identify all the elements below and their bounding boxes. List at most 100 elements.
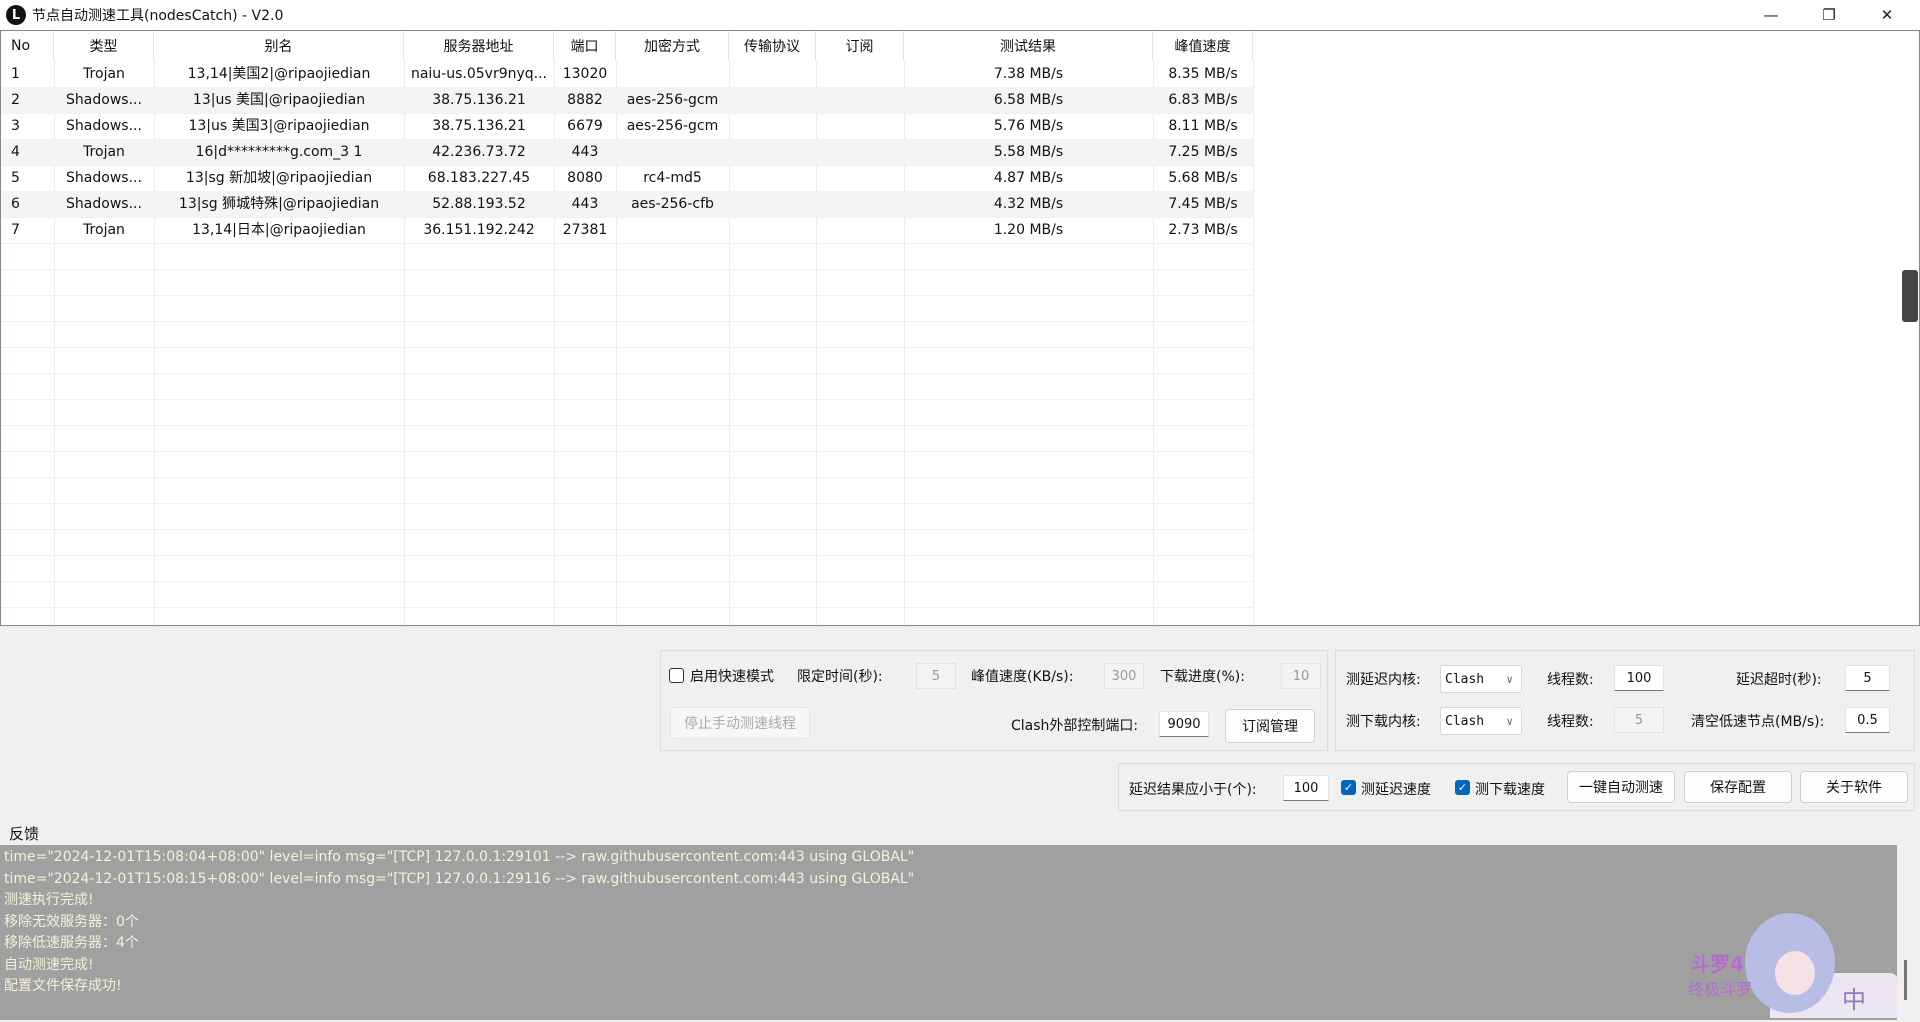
auto-test-button[interactable]: 一键自动测速	[1567, 771, 1675, 803]
row-divider	[1, 529, 1253, 530]
latency-threads-input[interactable]: 100	[1614, 665, 1664, 691]
cell-port: 8080	[567, 170, 603, 186]
column-header-cipher[interactable]: 加密方式	[616, 31, 729, 61]
feedback-log[interactable]: time="2024-12-01T15:08:04+08:00" level=i…	[0, 845, 1897, 1020]
cell-peak-speed: 8.11 MB/s	[1168, 118, 1238, 134]
ime-mode-indicator: 中	[1842, 986, 1866, 1014]
cell-cipher	[616, 61, 729, 87]
latency-timeout-input[interactable]: 5	[1845, 665, 1890, 691]
cell-no: 6	[11, 196, 20, 212]
table-row[interactable]: 7 Trojan 13,14|日本|@ripaojiedian 36.151.192.…	[1, 217, 1253, 243]
table-scrollbar[interactable]	[1902, 270, 1918, 322]
fast-mode-label: 启用快速模式	[690, 669, 774, 685]
table-row[interactable]: 3 Shadows... 13|us 美国3|@ripaojiedian 38.75.…	[1, 113, 1253, 139]
cell-peak-speed: 2.73 MB/s	[1168, 222, 1238, 238]
ime-mascot-widget[interactable]: 斗罗4 终极斗罗 中	[1680, 893, 1900, 1022]
download-core-select[interactable]: Clash ∨	[1440, 707, 1522, 735]
cell-server: 68.183.227.45	[427, 170, 531, 186]
latency-core-select[interactable]: Clash ∨	[1440, 665, 1522, 693]
cell-type: Shadows...	[66, 196, 142, 212]
cell-port: 8882	[567, 92, 603, 108]
table-row[interactable]: 1 Trojan 13,14|美国2|@ripaojiedian naiu-us.05…	[1, 61, 1253, 87]
close-button[interactable]: ✕	[1858, 0, 1916, 30]
column-header-transport[interactable]: 传输协议	[729, 31, 816, 61]
cell-port: 13020	[562, 66, 608, 82]
log-line: 自动测速完成!	[4, 956, 94, 973]
latency-limit-label: 延迟结果应小于(个):	[1129, 782, 1257, 798]
cell-alias: 16|d*********g.com_3 1	[195, 144, 363, 160]
fast-mode-group: 启用快速模式 限定时间(秒): 5 峰值速度(KB/s): 300 下载进度(%…	[660, 650, 1328, 751]
save-config-button[interactable]: 保存配置	[1684, 771, 1792, 803]
cell-cipher: aes-256-cfb	[631, 196, 714, 212]
stop-thread-button[interactable]: 停止手动测速线程	[670, 707, 810, 739]
row-divider	[1, 347, 1253, 348]
cell-test-result: 6.58 MB/s	[993, 92, 1064, 108]
cell-transport	[729, 139, 816, 165]
cell-subscription	[816, 87, 904, 113]
cell-port: 27381	[562, 222, 608, 238]
clash-port-label: Clash外部控制端口:	[1011, 718, 1139, 734]
about-button[interactable]: 关于软件	[1800, 771, 1908, 803]
latency-limit-input[interactable]: 100	[1283, 775, 1329, 801]
cell-transport	[729, 87, 816, 113]
cell-peak-speed: 7.25 MB/s	[1168, 144, 1238, 160]
minimize-button[interactable]: —	[1742, 0, 1800, 30]
cell-alias: 13|sg 新加坡|@ripaojiedian	[185, 170, 373, 186]
cell-subscription	[816, 61, 904, 87]
actions-group: 延迟结果应小于(个): 100 ✓ 测延迟速度 ✓ 测下载速度 一键自动测速 保…	[1118, 763, 1915, 811]
clear-slow-input[interactable]: 0.5	[1845, 707, 1890, 733]
download-progress-label: 下载进度(%):	[1160, 669, 1245, 685]
feedback-label: 反馈	[9, 825, 40, 843]
svg-text:斗罗4: 斗罗4	[1690, 952, 1744, 976]
time-limit-input[interactable]: 5	[916, 663, 956, 689]
clear-slow-label: 清空低速节点(MB/s):	[1691, 714, 1825, 730]
cell-cipher: aes-256-gcm	[626, 118, 719, 134]
row-divider	[1, 321, 1253, 322]
node-table[interactable]: No 类型 别名 服务器地址 端口 加密方式 传输协议 订阅 测试结果 峰值速度 1 Trojan 13…	[0, 30, 1920, 626]
clash-port-input[interactable]: 9090	[1159, 711, 1209, 737]
cell-alias: 13|us 美国|@ripaojiedian	[192, 92, 366, 108]
test-latency-checkbox[interactable]: ✓	[1341, 780, 1356, 795]
column-header-port[interactable]: 端口	[554, 31, 616, 61]
cell-alias: 13,14|日本|@ripaojiedian	[192, 222, 366, 238]
download-progress-input[interactable]: 10	[1281, 663, 1321, 689]
table-row[interactable]: 5 Shadows... 13|sg 新加坡|@ripaojiedian 68.183…	[1, 165, 1253, 191]
restore-button[interactable]: ❐	[1800, 0, 1858, 30]
table-row[interactable]: 6 Shadows... 13|sg 狮城特殊|@ripaojiedian 52.88…	[1, 191, 1253, 217]
cell-cipher	[616, 217, 729, 243]
cell-peak-speed: 8.35 MB/s	[1168, 66, 1238, 82]
table-row[interactable]: 2 Shadows... 13|us 美国|@ripaojiedian 38.75.1…	[1, 87, 1253, 113]
fast-mode-checkbox[interactable]	[669, 668, 684, 683]
log-scrollbar[interactable]	[1904, 960, 1907, 1000]
peak-speed-input[interactable]: 300	[1104, 663, 1144, 689]
cell-alias: 13|sg 狮城特殊|@ripaojiedian	[178, 196, 380, 212]
cell-server: 38.75.136.21	[432, 92, 526, 108]
cell-test-result: 5.76 MB/s	[993, 118, 1064, 134]
subscription-button[interactable]: 订阅管理	[1225, 709, 1315, 743]
log-line: 配置文件保存成功!	[4, 978, 122, 994]
test-download-checkbox[interactable]: ✓	[1455, 780, 1470, 795]
cell-server: naiu-us.05vr9nyq...	[410, 66, 548, 82]
cell-type: Shadows...	[66, 170, 142, 186]
app-icon: L	[6, 5, 26, 25]
latency-core-value: Clash	[1445, 671, 1485, 687]
table-row[interactable]: 4 Trojan 16|d*********g.com_3 1 42.236.73.7…	[1, 139, 1253, 165]
column-header-peak-speed[interactable]: 峰值速度	[1153, 31, 1253, 61]
column-header-type[interactable]: 类型	[54, 31, 154, 61]
cell-type: Trojan	[83, 66, 125, 82]
cell-transport	[729, 191, 816, 217]
column-header-subscription[interactable]: 订阅	[816, 31, 904, 61]
column-header-no[interactable]: No	[1, 31, 54, 61]
log-line: 测速执行完成!	[4, 892, 94, 908]
chevron-down-icon: ∨	[1506, 672, 1513, 686]
column-header-server[interactable]: 服务器地址	[404, 31, 554, 61]
column-header-test-result[interactable]: 测试结果	[904, 31, 1153, 61]
row-divider	[1, 477, 1253, 478]
cell-type: Trojan	[83, 222, 125, 238]
cell-cipher: aes-256-gcm	[626, 92, 719, 108]
cell-port: 443	[571, 196, 599, 212]
column-header-alias[interactable]: 别名	[154, 31, 404, 61]
cell-test-result: 1.20 MB/s	[993, 222, 1064, 238]
download-threads-input[interactable]: 5	[1614, 707, 1664, 733]
mascot-image: 斗罗4 终极斗罗 中	[1688, 913, 1898, 1022]
